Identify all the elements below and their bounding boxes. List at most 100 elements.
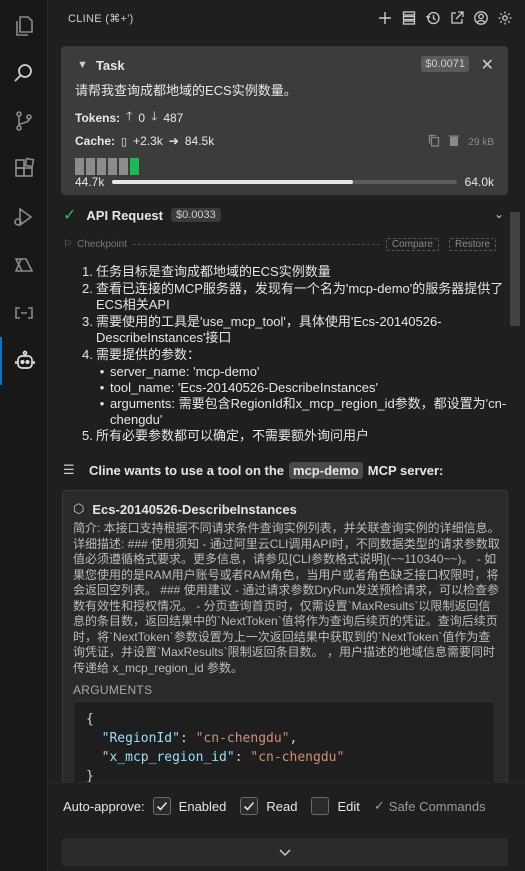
task-size: 29 kB bbox=[468, 136, 494, 148]
account-icon[interactable] bbox=[471, 9, 491, 27]
code-line: "x_mcp_region_id": "cn-chengdu" bbox=[101, 750, 345, 765]
sub-list-text: tool_name: 'Ecs-20140526-DescribeInstanc… bbox=[110, 380, 379, 395]
context-blocks bbox=[75, 158, 494, 175]
close-icon[interactable]: ✕ bbox=[481, 55, 494, 75]
task-text: 请帮我查询成都地域的ECS实例数量。 bbox=[75, 83, 297, 98]
json-value: "cn-chengdu" bbox=[195, 731, 290, 746]
list-item: 2. 查看已连接的MCP服务器，发现有一个名为'mcp-demo'的服务器提供了… bbox=[82, 281, 507, 313]
restore-button[interactable]: Restore bbox=[448, 237, 496, 251]
scrollbar-thumb[interactable] bbox=[510, 212, 520, 326]
api-request-row[interactable]: ✓ API Request $0.0033 ⌄ bbox=[63, 205, 508, 225]
arrow-up-icon: 🡑 bbox=[126, 109, 133, 123]
api-request-title: API Request bbox=[86, 207, 163, 223]
context-block bbox=[119, 158, 128, 175]
arguments-label: ARGUMENTS bbox=[73, 683, 153, 697]
remote-icon[interactable] bbox=[0, 289, 48, 337]
sub-list-text: arguments: 需要包含RegionId和x_mcp_region_id参… bbox=[110, 396, 507, 427]
option-label: Edit bbox=[337, 798, 360, 814]
safe-commands-label[interactable]: Safe Commands bbox=[389, 799, 486, 814]
checkbox-enabled[interactable] bbox=[152, 797, 171, 815]
mcp-suffix: MCP server: bbox=[367, 462, 444, 478]
context-window-bar: 44.7k 64.0k bbox=[75, 175, 494, 189]
auto-approve-bar: Auto-approve: Enabled Read Edit ✓ Safe C… bbox=[48, 782, 525, 871]
cache-row: Cache: ▯ +2.3k ➔ 84.5k 29 kB bbox=[75, 134, 494, 148]
chevron-down-icon bbox=[279, 849, 291, 857]
json-value: "cn-chengdu" bbox=[250, 750, 345, 765]
list-text: 需要使用的工具是'use_mcp_tool'，具体使用'Ecs-20140526… bbox=[96, 314, 442, 345]
context-block bbox=[97, 158, 106, 175]
context-block-active bbox=[130, 158, 139, 175]
arrow-right-icon: ➔ bbox=[168, 134, 179, 148]
json-key: "RegionId" bbox=[101, 731, 180, 746]
azure-icon[interactable] bbox=[0, 241, 48, 289]
database-icon: ▯ bbox=[121, 135, 128, 148]
checkpoint-row: ⚐ Checkpoint Compare Restore bbox=[63, 237, 496, 251]
check-icon: ✓ bbox=[373, 798, 385, 813]
checkpoint-label: Checkpoint bbox=[76, 238, 127, 250]
cache-read: 84.5k bbox=[184, 134, 215, 148]
sub-list-item: • tool_name: 'Ecs-20140526-DescribeInstan… bbox=[99, 380, 379, 395]
context-max: 64.0k bbox=[464, 175, 494, 189]
run-debug-icon[interactable] bbox=[0, 193, 48, 241]
arrow-down-icon: 🡓 bbox=[151, 109, 158, 123]
copy-icon[interactable] bbox=[428, 134, 440, 150]
sub-list-text: server_name: 'mcp-demo' bbox=[110, 364, 260, 379]
expand-button[interactable] bbox=[62, 838, 508, 866]
option-label: Read bbox=[266, 798, 298, 814]
tokens-in: 0 bbox=[138, 110, 146, 125]
list-number: 1. bbox=[82, 264, 93, 279]
cache-label: Cache: bbox=[75, 134, 116, 148]
explorer-icon[interactable] bbox=[0, 2, 48, 50]
list-item: 1. 任务目标是查询成都地域的ECS实例数量 bbox=[82, 264, 507, 280]
extensions-icon[interactable] bbox=[0, 145, 48, 193]
tokens-label: Tokens: bbox=[75, 110, 121, 125]
search-icon[interactable] bbox=[0, 49, 48, 97]
cache-write: +2.3k bbox=[133, 134, 163, 148]
sub-list: • server_name: 'mcp-demo' • tool_name: 'Ec… bbox=[94, 364, 507, 428]
list-text: 查看已连接的MCP服务器，发现有一个名为'mcp-demo'的服务器提供了ECS… bbox=[96, 281, 504, 312]
chevron-down-icon[interactable]: ▼ bbox=[77, 59, 88, 71]
reasoning-list: 1. 任务目标是查询成都地域的ECS实例数量 2. 查看已连接的MCP服务器，发… bbox=[82, 264, 507, 445]
cline-robot-icon[interactable] bbox=[0, 337, 48, 385]
task-card: ▼ Task $0.0071 ✕ 请帮我查询成都地域的ECS实例数量。 Toke… bbox=[61, 46, 508, 195]
plus-icon[interactable] bbox=[375, 9, 395, 27]
mcp-server-chip: mcp-demo bbox=[289, 461, 363, 479]
checkbox-read[interactable] bbox=[240, 797, 259, 815]
gear-icon[interactable] bbox=[495, 9, 515, 27]
tokens-out: 487 bbox=[163, 110, 184, 125]
sub-list-item: • server_name: 'mcp-demo' bbox=[99, 364, 260, 379]
list-text: 需要提供的参数： bbox=[96, 347, 201, 362]
context-used: 44.7k bbox=[75, 175, 105, 189]
auto-approve-label: Auto-approve: bbox=[63, 798, 145, 814]
checkbox-edit[interactable] bbox=[311, 797, 330, 815]
list-text: 所有必要参数都可以确定，不需要额外询问用户 bbox=[96, 428, 370, 443]
task-cost-badge: $0.0071 bbox=[421, 56, 469, 72]
auto-approve-enabled[interactable]: Enabled bbox=[152, 797, 227, 815]
external-link-icon[interactable] bbox=[447, 9, 467, 27]
mcp-prefix: Cline wants to use a tool on the bbox=[89, 462, 285, 478]
checkpoint-divider bbox=[133, 243, 380, 245]
bookmark-icon: ⚐ bbox=[63, 238, 72, 250]
panel-title: CLINE (⌘+') bbox=[68, 12, 134, 25]
list-number: 4. bbox=[82, 347, 93, 362]
trash-icon[interactable] bbox=[448, 134, 460, 150]
option-label: Enabled bbox=[178, 798, 227, 814]
tool-description: 简介: 本接口支持根据不同请求条件查询实例列表，并关联查询实例的详细信息。 详细… bbox=[73, 521, 500, 675]
list-text: 任务目标是查询成都地域的ECS实例数量 bbox=[96, 264, 331, 279]
compare-button[interactable]: Compare bbox=[385, 237, 439, 251]
source-control-icon[interactable] bbox=[0, 97, 48, 145]
server-icon: ☰ bbox=[63, 462, 75, 477]
auto-approve-read[interactable]: Read bbox=[240, 797, 297, 815]
code-line: { bbox=[86, 712, 94, 727]
code-line: "RegionId": "cn-chengdu", bbox=[101, 731, 298, 746]
list-number: 3. bbox=[82, 314, 93, 329]
context-fill bbox=[112, 180, 354, 184]
list-item: 3. 需要使用的工具是'use_mcp_tool'，具体使用'Ecs-20140… bbox=[82, 314, 507, 346]
chevron-down-icon[interactable]: ⌄ bbox=[494, 207, 504, 221]
list-number: 2. bbox=[82, 281, 93, 296]
list-number: 5. bbox=[82, 428, 93, 443]
server-icon[interactable] bbox=[399, 9, 419, 27]
auto-approve-edit[interactable]: Edit bbox=[311, 797, 360, 815]
history-icon[interactable] bbox=[423, 9, 443, 27]
api-cost-badge: $0.0033 bbox=[170, 208, 221, 222]
